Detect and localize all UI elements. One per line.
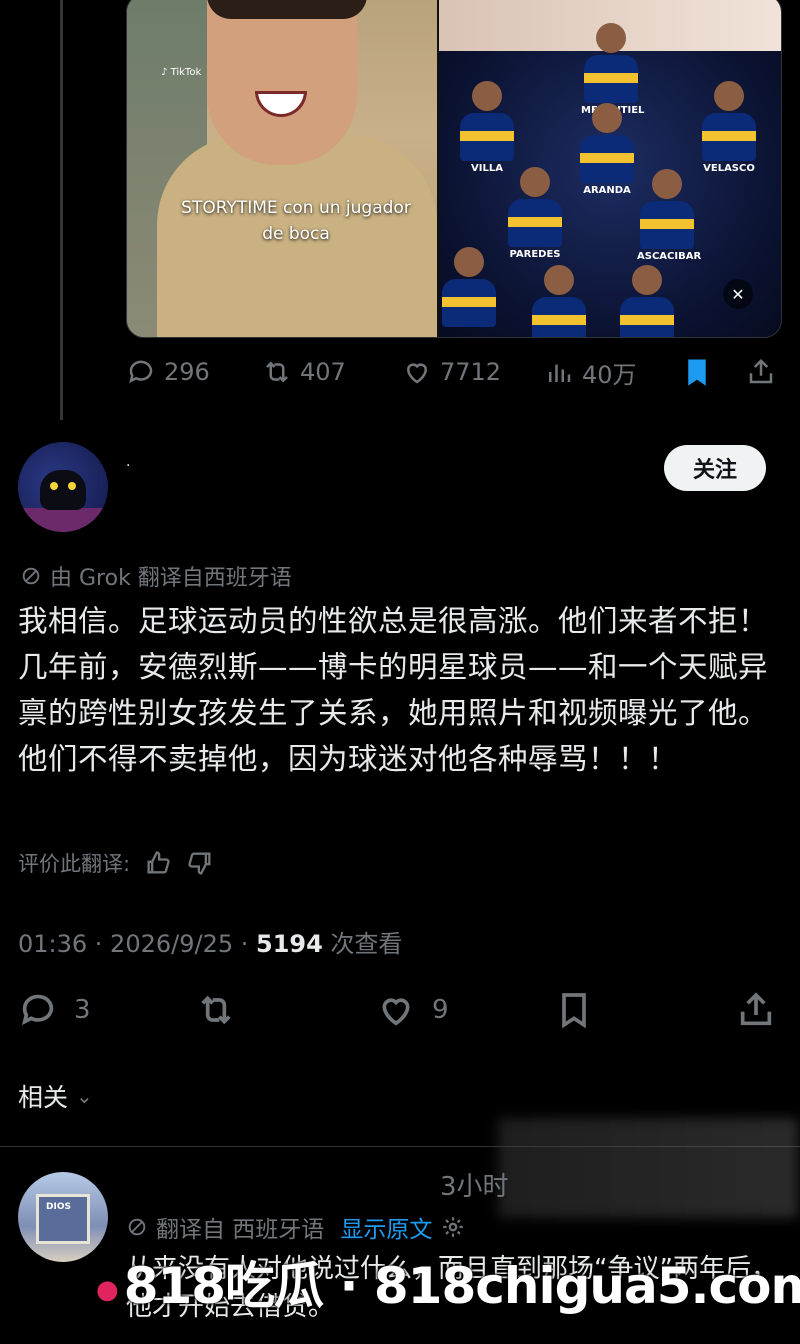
bookmark-filled-icon (688, 359, 706, 386)
player-card: PAREDES (505, 167, 565, 260)
avatar-sign-text: DIOS (46, 1202, 71, 1212)
reply-count: 296 (164, 358, 210, 386)
blurred-region (498, 1118, 798, 1218)
repost-icon (266, 361, 288, 383)
player-card (617, 265, 677, 337)
translate-icon (22, 567, 40, 585)
bookmark-button[interactable] (682, 357, 712, 387)
video-caption: STORYTIME con un jugador de boca (181, 198, 411, 244)
translation-label: 由 Grok 翻译自西班牙语 (50, 566, 292, 591)
player-name: ARANDA (583, 185, 631, 196)
rate-label: 评价此翻译: (18, 852, 131, 876)
video-thumbnail-left[interactable]: ♪ TikTok STORYTIME con un jugador de boc… (127, 0, 437, 337)
translation-label: 翻译自 西班牙语 (156, 1217, 325, 1243)
post-action-bar: 296 407 7712 40万 (126, 352, 786, 392)
timestamp[interactable]: 01:36 · 2026/9/25 · (18, 930, 256, 958)
reply-action-bar: 3 9 (18, 990, 784, 1034)
reply-icon (21, 994, 54, 1026)
repost-button[interactable] (196, 990, 236, 1030)
repost-icon (201, 995, 231, 1025)
like-count: 9 (432, 995, 449, 1025)
player-card: ARANDA (577, 103, 637, 196)
reply-button[interactable]: 3 (18, 990, 91, 1030)
follow-button[interactable]: 关注 (664, 445, 766, 491)
like-button[interactable]: 9 (376, 990, 449, 1030)
heart-icon (382, 998, 410, 1026)
view-suffix: 次查看 (322, 930, 403, 958)
player-name: ASCACIBAR (637, 251, 702, 262)
share-button[interactable] (746, 357, 776, 387)
reply-icon (129, 360, 153, 384)
translation-notice: 翻译自 西班牙语 显示原文 (126, 1210, 466, 1244)
related-label: 相关 (18, 1083, 69, 1112)
rate-translation: 评价此翻译: (18, 848, 214, 878)
player-card (529, 265, 589, 337)
thread-connector-line (60, 0, 63, 420)
translate-icon (128, 1218, 146, 1236)
chevron-down-icon: ⌄ (76, 1084, 93, 1108)
avatar[interactable]: DIOS (18, 1172, 108, 1262)
player-name: PAREDES (509, 249, 561, 260)
reply-button[interactable]: 296 (126, 357, 210, 387)
views-button[interactable]: 40万 (544, 355, 637, 390)
player-card: VELASCO (699, 81, 759, 174)
related-toggle[interactable]: 相关 ⌄ (18, 1078, 93, 1114)
bookmark-icon (562, 993, 586, 1029)
thumbs-up-icon[interactable] (144, 849, 172, 877)
share-button[interactable] (736, 990, 776, 1030)
post-media-card[interactable]: ♪ TikTok STORYTIME con un jugador de boc… (126, 0, 782, 338)
view-count: 40万 (582, 360, 637, 389)
player-card (439, 247, 499, 327)
post-meta: 01:36 · 2026/9/25 · 5194 次查看 (18, 924, 402, 959)
like-button[interactable]: 7712 (402, 357, 501, 387)
reply-time: 3小时 (440, 1172, 509, 1202)
bookmark-button[interactable] (554, 990, 594, 1030)
view-count-number: 5194 (256, 930, 323, 958)
avatar[interactable] (18, 442, 108, 532)
show-original-link[interactable]: 显示原文 (340, 1210, 432, 1244)
gear-icon[interactable] (440, 1214, 466, 1240)
like-count: 7712 (440, 358, 502, 386)
repost-button[interactable]: 407 (262, 357, 346, 387)
player-card: ASCACIBAR (637, 169, 702, 262)
tiktok-logo: ♪ TikTok (161, 67, 202, 78)
repost-count: 407 (300, 358, 346, 386)
translation-notice: 由 Grok 翻译自西班牙语 (20, 560, 292, 592)
reply-text: 我相信。足球运动员的性欲总是很高涨。他们来者不拒！几年前，安德烈斯——博卡的明星… (18, 604, 769, 776)
thumbs-down-icon[interactable] (186, 849, 214, 877)
analytics-icon (549, 364, 571, 382)
site-watermark: ● 818吃瓜 · 818chigua5.com (96, 1257, 800, 1315)
reply-count: 3 (74, 995, 91, 1025)
mute-icon[interactable]: ✕ (723, 279, 753, 309)
share-icon (740, 992, 772, 1026)
share-icon (749, 358, 773, 384)
player-name: VELASCO (703, 163, 755, 174)
person-hair (207, 0, 367, 19)
player-card: VILLA (457, 81, 517, 174)
team-lineup-image[interactable]: MERENTIEL VILLA VELASCO ARANDA PAREDES A… (439, 23, 781, 337)
heart-icon (406, 363, 428, 384)
author-name[interactable]: · (126, 458, 130, 474)
person-face (207, 0, 357, 165)
